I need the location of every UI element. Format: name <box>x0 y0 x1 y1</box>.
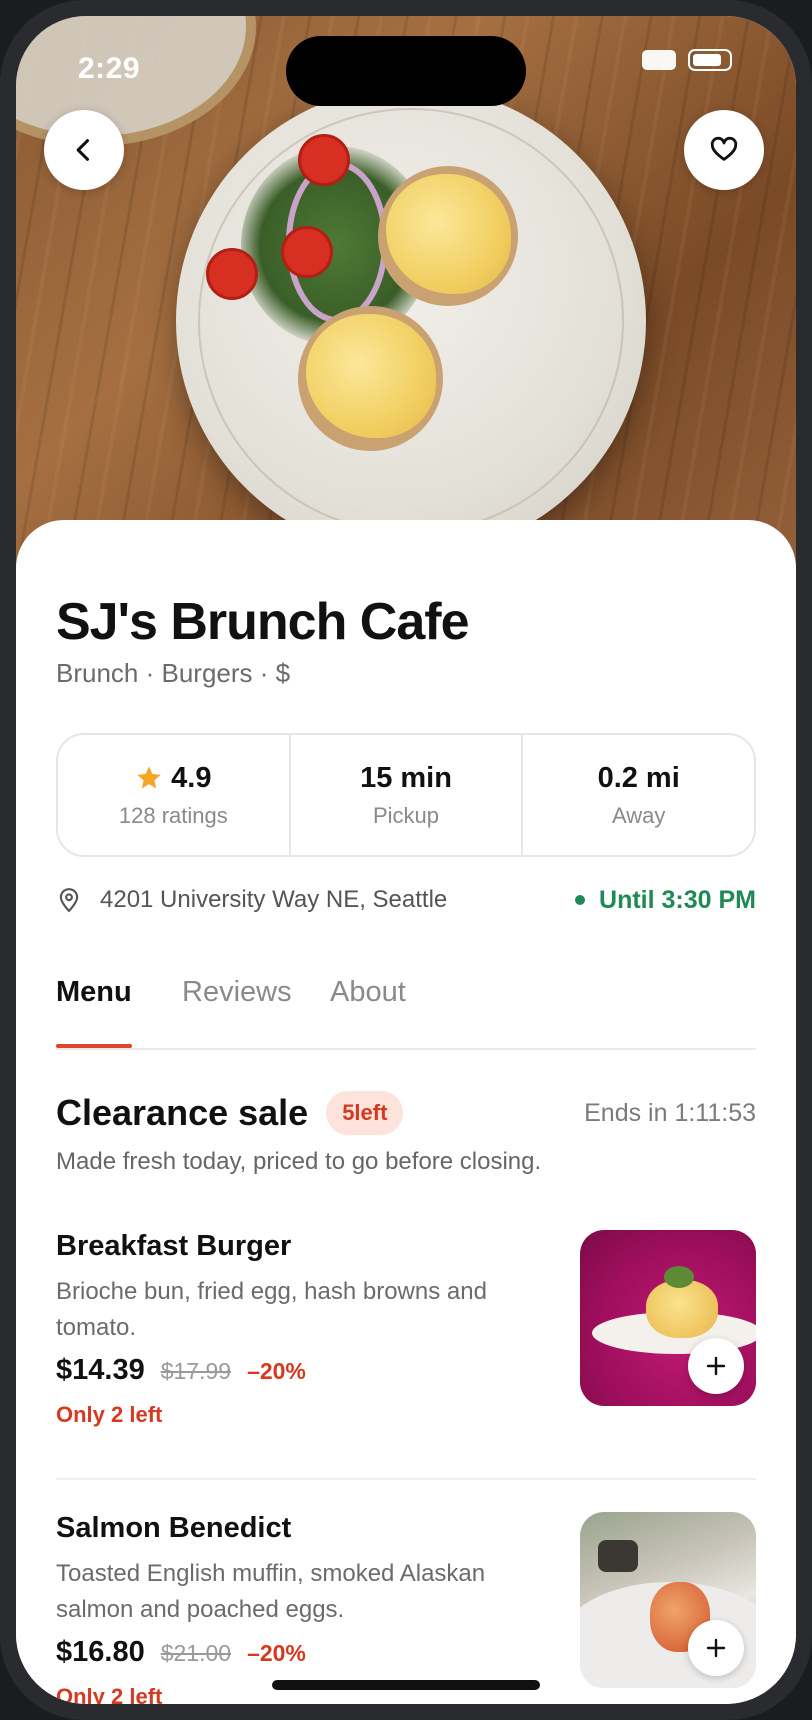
pickup-stat: 15 min Pickup <box>288 735 522 855</box>
section-header: Clearance sale 5left Ends in 1:11:53 <box>56 1088 756 1138</box>
item-price: $16.80 <box>56 1636 145 1668</box>
hours-status: Until 3:30 PM <box>599 885 756 914</box>
item-name: Salmon Benedict <box>56 1512 292 1544</box>
home-indicator[interactable] <box>272 1680 540 1690</box>
item-photo <box>580 1230 756 1406</box>
star-icon <box>137 766 161 789</box>
item-discount: –20% <box>247 1358 306 1384</box>
restaurant-name: SJ's Brunch Cafe <box>56 593 469 651</box>
item-description: Brioche bun, fried egg, hash browns and … <box>56 1278 487 1341</box>
garnish-image <box>664 1266 694 1288</box>
plus-icon <box>706 1356 726 1376</box>
item-old-price: $17.99 <box>160 1358 232 1384</box>
stock-note: Only 2 left <box>56 1402 163 1427</box>
battery-icon <box>688 49 732 71</box>
tab-about[interactable]: About <box>330 956 406 1046</box>
item-photo <box>580 1512 756 1688</box>
distance-stat: 0.2 mi Away <box>521 735 754 855</box>
menu-item[interactable]: Salmon Benedict Toasted English muffin, … <box>56 1512 756 1704</box>
price-row: $16.80 $21.00 –20% <box>56 1636 306 1669</box>
menu-item[interactable]: Breakfast Burger Brioche bun, fried egg,… <box>56 1230 756 1460</box>
item-discount: –20% <box>247 1640 306 1666</box>
address-row[interactable]: 4201 University Way NE, Seattle Until 3:… <box>56 870 756 930</box>
rating-value: 4.9 <box>171 761 212 794</box>
status-time: 2:29 <box>78 52 141 85</box>
chevron-left-icon <box>76 139 90 161</box>
tomato-image <box>206 248 258 300</box>
address-text: 4201 University Way NE, Seattle <box>100 886 448 913</box>
distance-value: 0.2 mi <box>597 761 680 794</box>
add-to-cart-button[interactable] <box>688 1338 744 1394</box>
section-description: Made fresh today, priced to go before cl… <box>56 1148 542 1175</box>
dynamic-island <box>286 36 526 106</box>
tab-bar: Menu Reviews About <box>56 956 756 1050</box>
section-title: Clearance sale <box>56 1092 309 1133</box>
tab-reviews[interactable]: Reviews <box>182 956 292 1046</box>
coffee-cup-image <box>598 1540 638 1572</box>
pickup-time: 15 min <box>360 761 452 794</box>
stock-note: Only 2 left <box>56 1684 163 1704</box>
pickup-label: Pickup <box>372 802 440 828</box>
rating-stat[interactable]: 4.9 128 ratings <box>58 735 289 855</box>
tomato-image <box>298 134 350 186</box>
rating-count: 128 ratings <box>118 802 228 828</box>
phone-frame: 2:29 SJ's Brunch Cafe Brunch · Burgers ·… <box>0 0 812 1720</box>
tomato-image <box>281 226 333 278</box>
app-screen: 2:29 SJ's Brunch Cafe Brunch · Burgers ·… <box>16 16 796 1704</box>
restaurant-sheet: SJ's Brunch Cafe Brunch · Burgers · $ 4.… <box>16 520 796 1704</box>
back-button[interactable] <box>44 110 124 190</box>
add-to-cart-button[interactable] <box>688 1620 744 1676</box>
price-row: $14.39 $17.99 –20% <box>56 1354 306 1387</box>
item-old-price: $21.00 <box>160 1640 232 1666</box>
restaurant-categories: Brunch · Burgers · $ <box>56 658 291 688</box>
burger-image <box>646 1280 718 1338</box>
distance-label: Away <box>611 802 666 828</box>
map-pin-icon <box>59 888 79 913</box>
countdown-text: Ends in 1:11:53 <box>584 1098 756 1127</box>
remaining-badge: 5left <box>326 1091 404 1135</box>
heart-outline-icon <box>710 136 738 161</box>
favorite-button[interactable] <box>684 110 764 190</box>
stats-card: 4.9 128 ratings 15 min Pickup 0.2 mi Awa… <box>56 733 756 857</box>
open-status: Until 3:30 PM <box>575 886 756 915</box>
plus-icon <box>706 1638 726 1658</box>
item-description: Toasted English muffin, smoked Alaskan s… <box>56 1560 486 1623</box>
item-price: $14.39 <box>56 1354 145 1386</box>
item-name: Breakfast Burger <box>56 1230 292 1262</box>
item-divider <box>56 1478 756 1480</box>
signal-icon <box>642 50 676 70</box>
open-dot-icon <box>575 895 586 905</box>
tab-menu[interactable]: Menu <box>56 956 132 1048</box>
